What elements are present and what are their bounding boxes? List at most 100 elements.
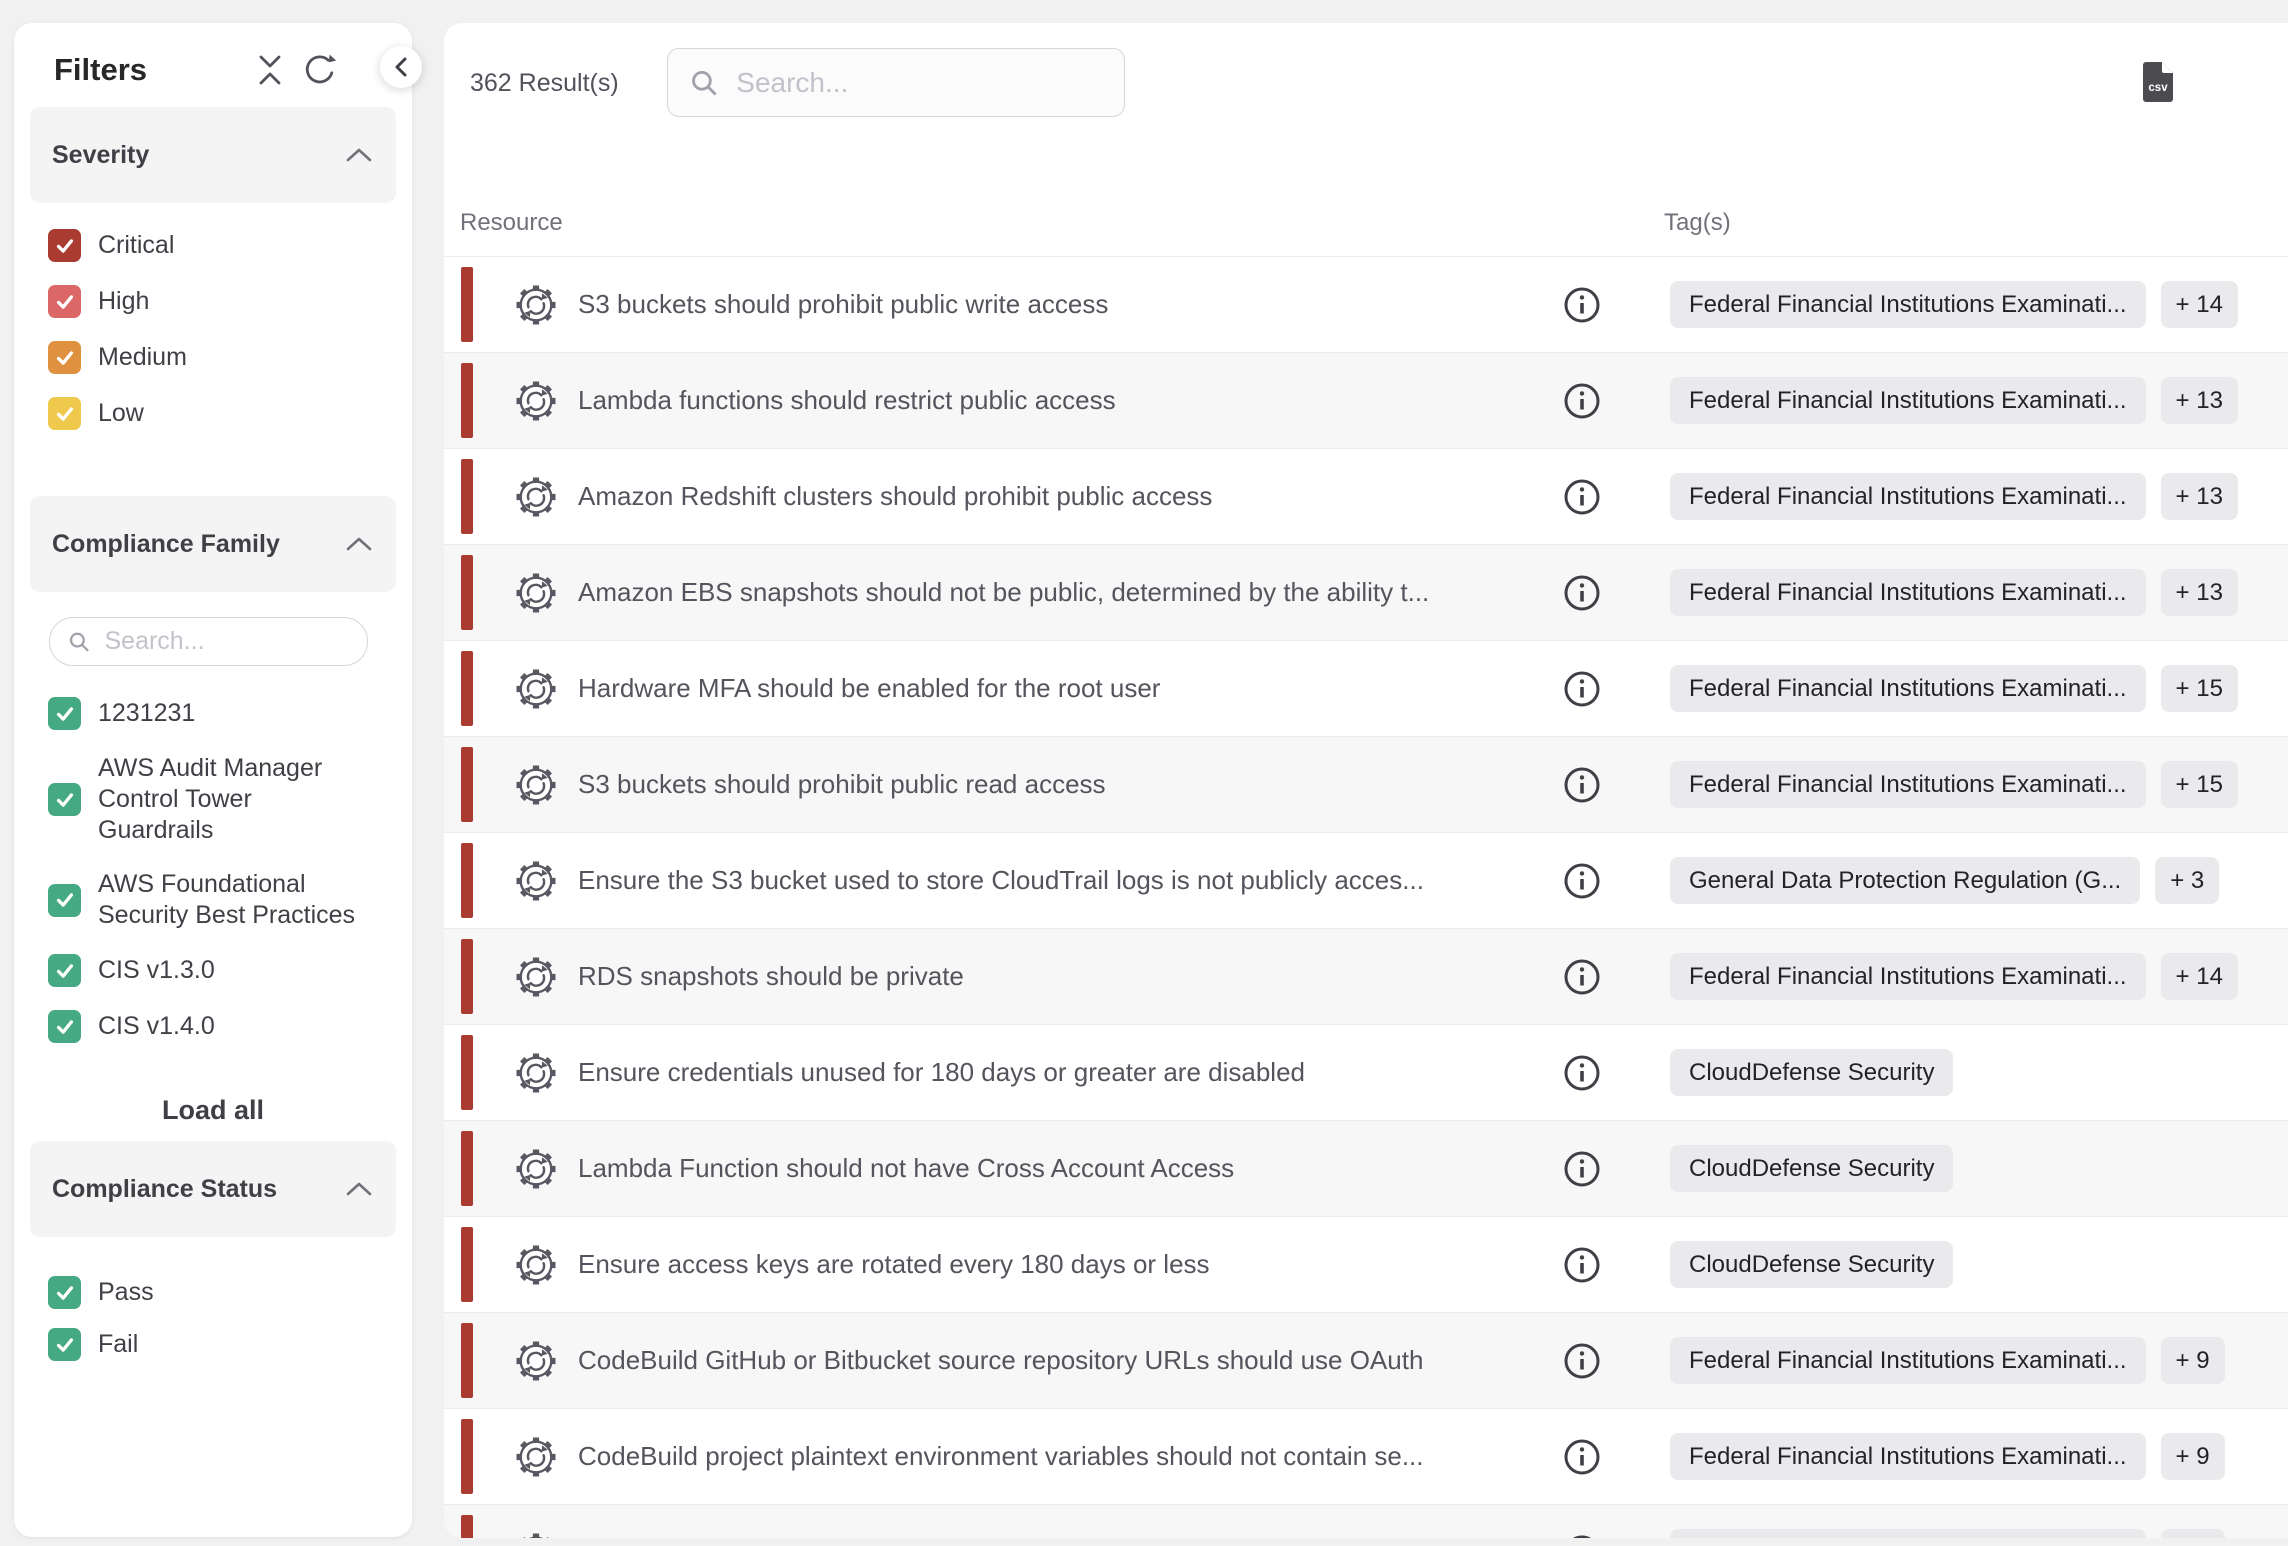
table-row[interactable]: Federal Financial Institutions Examinati…	[444, 1504, 2288, 1538]
tag-pill[interactable]: Federal Financial Institutions Examinati…	[1670, 569, 2146, 616]
svg-text:csv: csv	[2148, 82, 2168, 94]
table-row[interactable]: RDS snapshots should be private Federal …	[444, 928, 2288, 1024]
table-row[interactable]: S3 buckets should prohibit public write …	[444, 256, 2288, 352]
tag-pill[interactable]: CloudDefense Security	[1670, 1145, 1953, 1192]
tag-count-badge[interactable]: + 9	[2161, 1433, 2225, 1480]
filter-option[interactable]: Fail	[48, 1328, 392, 1361]
checkbox-checked[interactable]	[48, 341, 81, 374]
section-header-compliance-status[interactable]: Compliance Status	[30, 1141, 396, 1237]
export-csv-button[interactable]: csv	[2143, 62, 2173, 105]
table-row[interactable]: S3 buckets should prohibit public read a…	[444, 736, 2288, 832]
filter-option[interactable]: AWS Foundational Security Best Practices	[48, 869, 392, 931]
checkbox-checked[interactable]	[48, 783, 81, 816]
table-row[interactable]: Ensure the S3 bucket used to store Cloud…	[444, 832, 2288, 928]
tag-pill[interactable]: Federal Financial Institutions Examinati…	[1670, 761, 2146, 808]
table-row[interactable]: Ensure access keys are rotated every 180…	[444, 1216, 2288, 1312]
info-icon[interactable]	[1563, 574, 1601, 612]
load-all-button[interactable]: Load all	[156, 1090, 270, 1130]
results-search-input[interactable]	[734, 66, 1106, 100]
info-icon[interactable]	[1563, 1534, 1601, 1539]
filter-option[interactable]: AWS Audit Manager Control Tower Guardrai…	[48, 753, 392, 846]
info-icon[interactable]	[1563, 478, 1601, 516]
reset-filters-button[interactable]	[300, 52, 338, 88]
check-icon	[54, 235, 76, 257]
resource-title: S3 buckets should prohibit public write …	[578, 289, 1108, 320]
filters-panel: Filters	[14, 23, 412, 1537]
tag-pill[interactable]: CloudDefense Security	[1670, 1049, 1953, 1096]
checkbox-checked[interactable]	[48, 397, 81, 430]
tag-pill[interactable]: CloudDefense Security	[1670, 1241, 1953, 1288]
tag-count-badge[interactable]: + 9	[2161, 1337, 2225, 1384]
tag-count-badge[interactable]: + 15	[2161, 665, 2238, 712]
family-search-input[interactable]	[102, 626, 353, 657]
filter-option[interactable]: CIS v1.3.0	[48, 954, 392, 987]
info-icon[interactable]	[1563, 1342, 1601, 1380]
tag-pill[interactable]: Federal Financial Institutions Examinati…	[1670, 377, 2146, 424]
tag-count-badge[interactable]: + 13	[2161, 377, 2238, 424]
tag-pill[interactable]: General Data Protection Regulation (G...	[1670, 857, 2140, 904]
tag-pill[interactable]: Federal Financial Institutions Examinati…	[1670, 1337, 2146, 1384]
info-icon[interactable]	[1563, 958, 1601, 996]
filter-option[interactable]: CIS v1.4.0	[48, 1010, 392, 1043]
filter-option[interactable]: Pass	[48, 1276, 392, 1309]
tag-pill[interactable]: Federal Financial Institutions Examinati…	[1670, 1529, 2146, 1538]
info-icon[interactable]	[1563, 1150, 1601, 1188]
collapse-vertical-icon	[258, 54, 282, 86]
tag-pill[interactable]: Federal Financial Institutions Examinati…	[1670, 953, 2146, 1000]
family-section-title: Compliance Family	[52, 530, 280, 559]
section-header-compliance-family[interactable]: Compliance Family	[30, 496, 396, 592]
remediation-gear-icon	[514, 859, 558, 903]
info-icon[interactable]	[1563, 1246, 1601, 1284]
tag-count-badge[interactable]: + 9	[2161, 1529, 2225, 1538]
checkbox-checked[interactable]	[48, 285, 81, 318]
info-icon[interactable]	[1563, 670, 1601, 708]
tags-cell: Federal Financial Institutions Examinati…	[1670, 929, 2238, 1024]
table-row[interactable]: CodeBuild GitHub or Bitbucket source rep…	[444, 1312, 2288, 1408]
resource-title: CodeBuild project plaintext environment …	[578, 1441, 1424, 1472]
checkbox-checked[interactable]	[48, 1276, 81, 1309]
checkbox-checked[interactable]	[48, 884, 81, 917]
table-row[interactable]: Amazon EBS snapshots should not be publi…	[444, 544, 2288, 640]
chevron-up-icon	[346, 537, 372, 551]
filter-option[interactable]: High	[48, 285, 392, 318]
tag-pill[interactable]: Federal Financial Institutions Examinati…	[1670, 473, 2146, 520]
section-header-severity[interactable]: Severity	[30, 107, 396, 203]
tag-count-badge[interactable]: + 13	[2161, 473, 2238, 520]
resource-title: Amazon Redshift clusters should prohibit…	[578, 481, 1212, 512]
table-row[interactable]: Hardware MFA should be enabled for the r…	[444, 640, 2288, 736]
checkbox-checked[interactable]	[48, 1328, 81, 1361]
checkbox-checked[interactable]	[48, 954, 81, 987]
filter-option[interactable]: 1231231	[48, 697, 392, 730]
tag-count-badge[interactable]: + 13	[2161, 569, 2238, 616]
resource-title: Hardware MFA should be enabled for the r…	[578, 673, 1160, 704]
checkbox-checked[interactable]	[48, 229, 81, 262]
info-icon[interactable]	[1563, 862, 1601, 900]
collapse-sidebar-button[interactable]	[380, 46, 422, 88]
filter-option[interactable]: Critical	[48, 229, 392, 262]
tag-pill[interactable]: Federal Financial Institutions Examinati…	[1670, 665, 2146, 712]
tag-pill[interactable]: Federal Financial Institutions Examinati…	[1670, 281, 2146, 328]
tag-count-badge[interactable]: + 3	[2155, 857, 2219, 904]
table-row[interactable]: CodeBuild project plaintext environment …	[444, 1408, 2288, 1504]
checkbox-checked[interactable]	[48, 697, 81, 730]
checkbox-checked[interactable]	[48, 1010, 81, 1043]
filter-option[interactable]: Medium	[48, 341, 392, 374]
tag-count-badge[interactable]: + 14	[2161, 281, 2238, 328]
table-row[interactable]: Ensure credentials unused for 180 days o…	[444, 1024, 2288, 1120]
tags-cell: Federal Financial Institutions Examinati…	[1670, 641, 2238, 736]
filter-option[interactable]: Low	[48, 397, 392, 430]
tag-count-badge[interactable]: + 14	[2161, 953, 2238, 1000]
chevron-up-icon	[346, 1182, 372, 1196]
info-icon[interactable]	[1563, 1438, 1601, 1476]
table-row[interactable]: Amazon Redshift clusters should prohibit…	[444, 448, 2288, 544]
tag-count-badge[interactable]: + 15	[2161, 761, 2238, 808]
collapse-all-sections-button[interactable]	[258, 54, 282, 86]
info-icon[interactable]	[1563, 382, 1601, 420]
info-icon[interactable]	[1563, 766, 1601, 804]
info-icon[interactable]	[1563, 1054, 1601, 1092]
tag-pill[interactable]: Federal Financial Institutions Examinati…	[1670, 1433, 2146, 1480]
severity-bar	[461, 1515, 473, 1538]
info-icon[interactable]	[1563, 286, 1601, 324]
table-row[interactable]: Lambda functions should restrict public …	[444, 352, 2288, 448]
table-row[interactable]: Lambda Function should not have Cross Ac…	[444, 1120, 2288, 1216]
